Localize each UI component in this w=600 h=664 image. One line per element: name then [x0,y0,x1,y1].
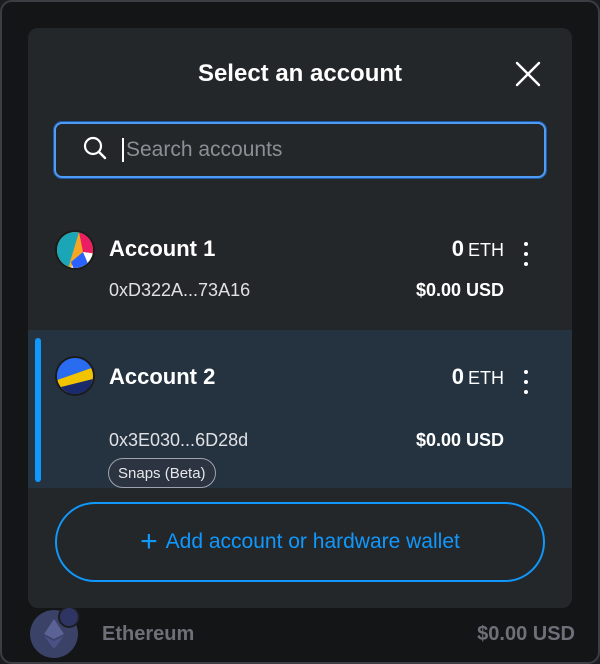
more-options-icon[interactable] [520,242,532,266]
account-balance: 0 ETH [452,236,504,262]
network-badge-icon [58,606,80,628]
jazzicon-avatar [55,356,95,396]
selected-indicator [35,338,41,482]
account-name: Account 2 [109,364,216,389]
modal-header: Select an account [28,28,572,118]
more-options-icon[interactable] [520,370,532,394]
balance-amount: 0 [451,236,464,261]
plus-icon: + [140,525,158,558]
ethereum-icon [30,606,80,658]
search-input[interactable] [122,138,522,162]
balance-amount: 0 [451,364,464,389]
modal-title: Select an account [197,60,403,87]
backdrop-token-value: $0.00 USD [477,622,575,645]
account-row-1[interactable]: Account 1 0xD322A...73A16 0 ETH $0.00 USD [28,206,572,330]
search-icon [82,135,108,166]
account-selector-modal: Select an account Acc [28,28,572,608]
account-balance: 0 ETH [452,364,504,390]
backdrop-token-row: Ethereum $0.00 USD [30,606,575,662]
add-account-button[interactable]: + Add account or hardware wallet [55,502,545,582]
search-box[interactable] [54,122,546,178]
account-fiat-balance: $0.00 USD [415,280,504,300]
account-row-2[interactable]: Account 2 0x3E030...6D28d 0 ETH $0.00 USD… [28,330,572,488]
backdrop-token-name: Ethereum [102,622,195,645]
close-icon[interactable] [514,60,542,88]
account-fiat-balance: $0.00 USD [415,430,504,450]
account-address: 0x3E030...6D28d [109,430,249,450]
account-address: 0xD322A...73A16 [109,280,251,300]
snaps-beta-badge: Snaps (Beta) [108,458,216,488]
account-name: Account 1 [109,236,216,261]
balance-unit: ETH [468,368,504,388]
balance-unit: ETH [468,240,504,260]
add-account-label: Add account or hardware wallet [165,530,460,553]
jazzicon-avatar [55,230,95,270]
